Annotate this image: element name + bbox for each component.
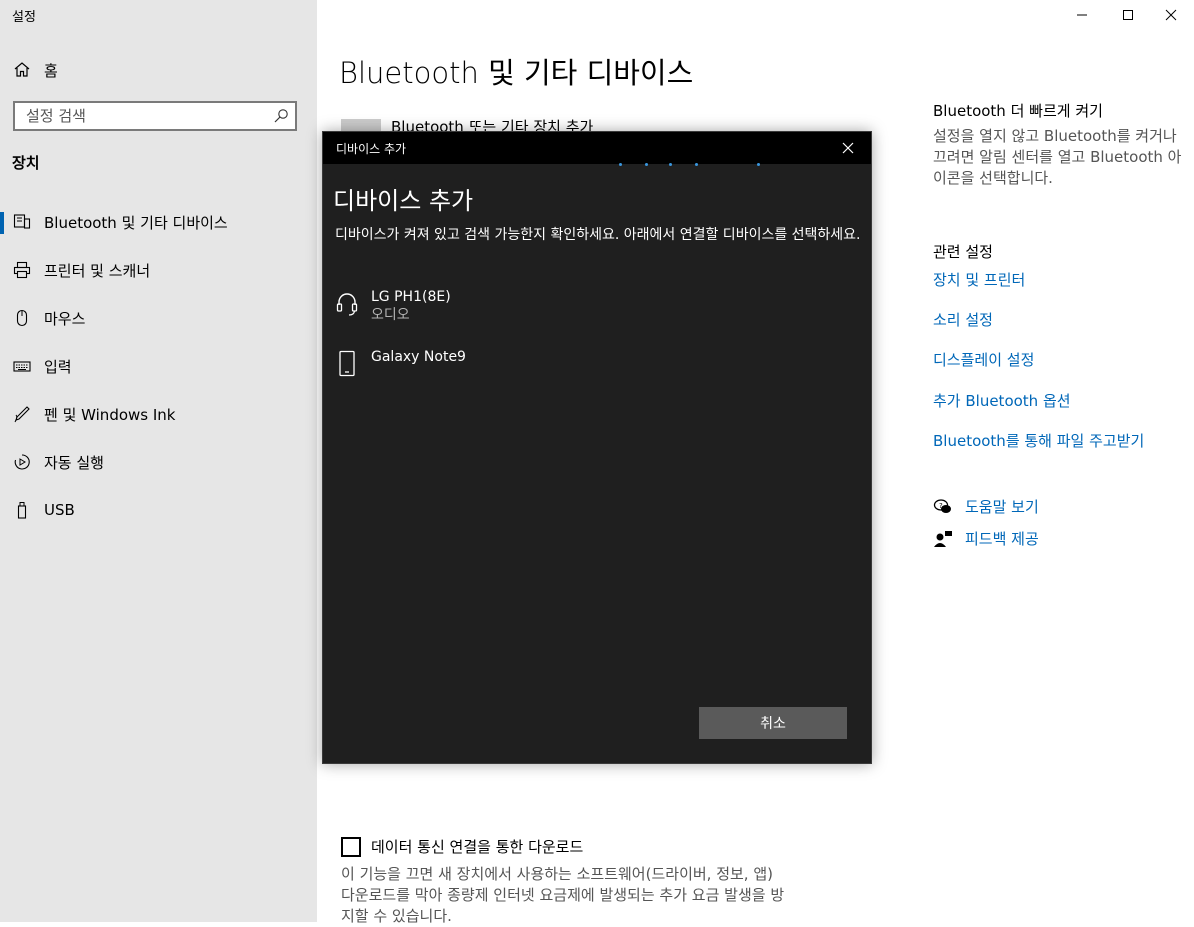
cancel-button[interactable]: 취소 (699, 707, 847, 739)
keyboard-icon (12, 356, 32, 376)
metered-download-checkbox[interactable] (341, 836, 361, 857)
link-devices-printers[interactable]: 장치 및 프린터 (933, 269, 1025, 290)
quick-bluetooth-title: Bluetooth 더 빠르게 켜기 (933, 102, 1103, 120)
device-item-lg-ph1[interactable]: LG PH1(8E) 오디오 (335, 288, 855, 332)
get-help-label: 도움말 보기 (965, 498, 1039, 516)
nav-home-label: 홈 (44, 61, 58, 80)
help-chat-icon: ? (933, 498, 951, 513)
minimize-icon (1077, 14, 1087, 16)
feedback-label: 피드백 제공 (965, 530, 1039, 548)
close-icon (842, 142, 854, 154)
search-icon[interactable] (273, 108, 289, 124)
pen-icon (12, 404, 32, 424)
feedback-link[interactable]: 피드백 제공 (933, 528, 1039, 549)
sidebar-item-mouse[interactable]: 마우스 (0, 298, 317, 338)
sidebar-item-pen[interactable]: 펜 및 Windows Ink (0, 394, 317, 434)
link-sound-settings[interactable]: 소리 설정 (933, 309, 993, 330)
close-button[interactable] (1148, 0, 1194, 30)
maximize-icon (1123, 10, 1133, 20)
link-bluetooth-file-transfer[interactable]: Bluetooth를 통해 파일 주고받기 (933, 430, 1144, 451)
autoplay-icon (12, 452, 32, 472)
phone-icon (339, 350, 355, 377)
metered-download-description: 이 기능을 끄면 새 장치에서 사용하는 소프트웨어(드라이버, 정보, 앱) … (341, 865, 785, 925)
headset-icon (336, 293, 358, 316)
add-device-dialog: 디바이스 추가 디바이스 추가 디바이스가 켜져 있고 검색 가능한지 확인하세… (322, 131, 872, 764)
link-more-bluetooth-options[interactable]: 추가 Bluetooth 옵션 (933, 390, 1071, 411)
minimize-button[interactable] (1059, 0, 1105, 30)
page-title: Bluetooth 및 기타 디바이스 (339, 56, 694, 90)
printer-icon (12, 260, 32, 280)
device-type: 오디오 (371, 307, 410, 323)
search-box[interactable] (13, 101, 297, 131)
sidebar-item-usb[interactable]: USB (0, 490, 317, 530)
sidebar-item-label: Bluetooth 및 기타 디바이스 (44, 213, 228, 232)
sidebar-item-printers[interactable]: 프린터 및 스캐너 (0, 250, 317, 290)
device-name: LG PH1(8E) (371, 289, 451, 305)
device-name: Galaxy Note9 (371, 349, 466, 365)
dialog-title: 디바이스 추가 (336, 142, 407, 156)
metered-download-checkbox-row[interactable]: 데이터 통신 연결을 통한 다운로드 (341, 836, 583, 857)
mouse-icon (12, 308, 32, 328)
section-title: 장치 (12, 154, 40, 172)
window-title: 설정 (12, 10, 36, 25)
svg-text:?: ? (939, 502, 943, 510)
dialog-titlebar: 디바이스 추가 (323, 132, 871, 164)
close-icon (1165, 9, 1177, 21)
metered-download-label: 데이터 통신 연결을 통한 다운로드 (371, 838, 584, 856)
sidebar-item-autoplay[interactable]: 자동 실행 (0, 442, 317, 482)
sidebar-item-bluetooth[interactable]: Bluetooth 및 기타 디바이스 (0, 202, 317, 242)
feedback-person-icon (934, 530, 952, 547)
get-help-link[interactable]: ? 도움말 보기 (933, 496, 1039, 517)
sidebar-item-label: USB (44, 501, 75, 519)
sidebar-item-label: 자동 실행 (44, 453, 104, 472)
sidebar-item-label: 마우스 (44, 309, 86, 328)
sidebar-item-label: 프린터 및 스캐너 (44, 261, 151, 280)
navigation-pane: 설정 홈 장치 Bluetooth 및 기타 디바이스 프린터 및 스캐너 마우… (0, 0, 317, 922)
usb-icon (12, 500, 32, 520)
home-icon (14, 62, 30, 77)
quick-bluetooth-text: 설정을 열지 않고 Bluetooth를 켜거나 끄려면 알림 센터를 열고 B… (933, 127, 1182, 187)
sidebar-item-label: 펜 및 Windows Ink (44, 405, 176, 424)
search-progress-indicator (619, 163, 769, 169)
dialog-close-button[interactable] (825, 132, 871, 164)
maximize-button[interactable] (1105, 0, 1151, 30)
sidebar-item-typing[interactable]: 입력 (0, 346, 317, 386)
dialog-instruction: 디바이스가 켜져 있고 검색 가능한지 확인하세요. 아래에서 연결할 디바이스… (335, 227, 861, 243)
link-display-settings[interactable]: 디스플레이 설정 (933, 349, 1034, 370)
related-settings-title: 관련 설정 (933, 243, 993, 261)
bluetooth-devices-icon (12, 212, 32, 232)
search-input[interactable] (24, 106, 268, 126)
sidebar-item-label: 입력 (44, 357, 72, 376)
nav-home[interactable]: 홈 (12, 58, 58, 82)
dialog-heading: 디바이스 추가 (333, 187, 474, 215)
device-item-galaxy-note9[interactable]: Galaxy Note9 (335, 348, 855, 392)
